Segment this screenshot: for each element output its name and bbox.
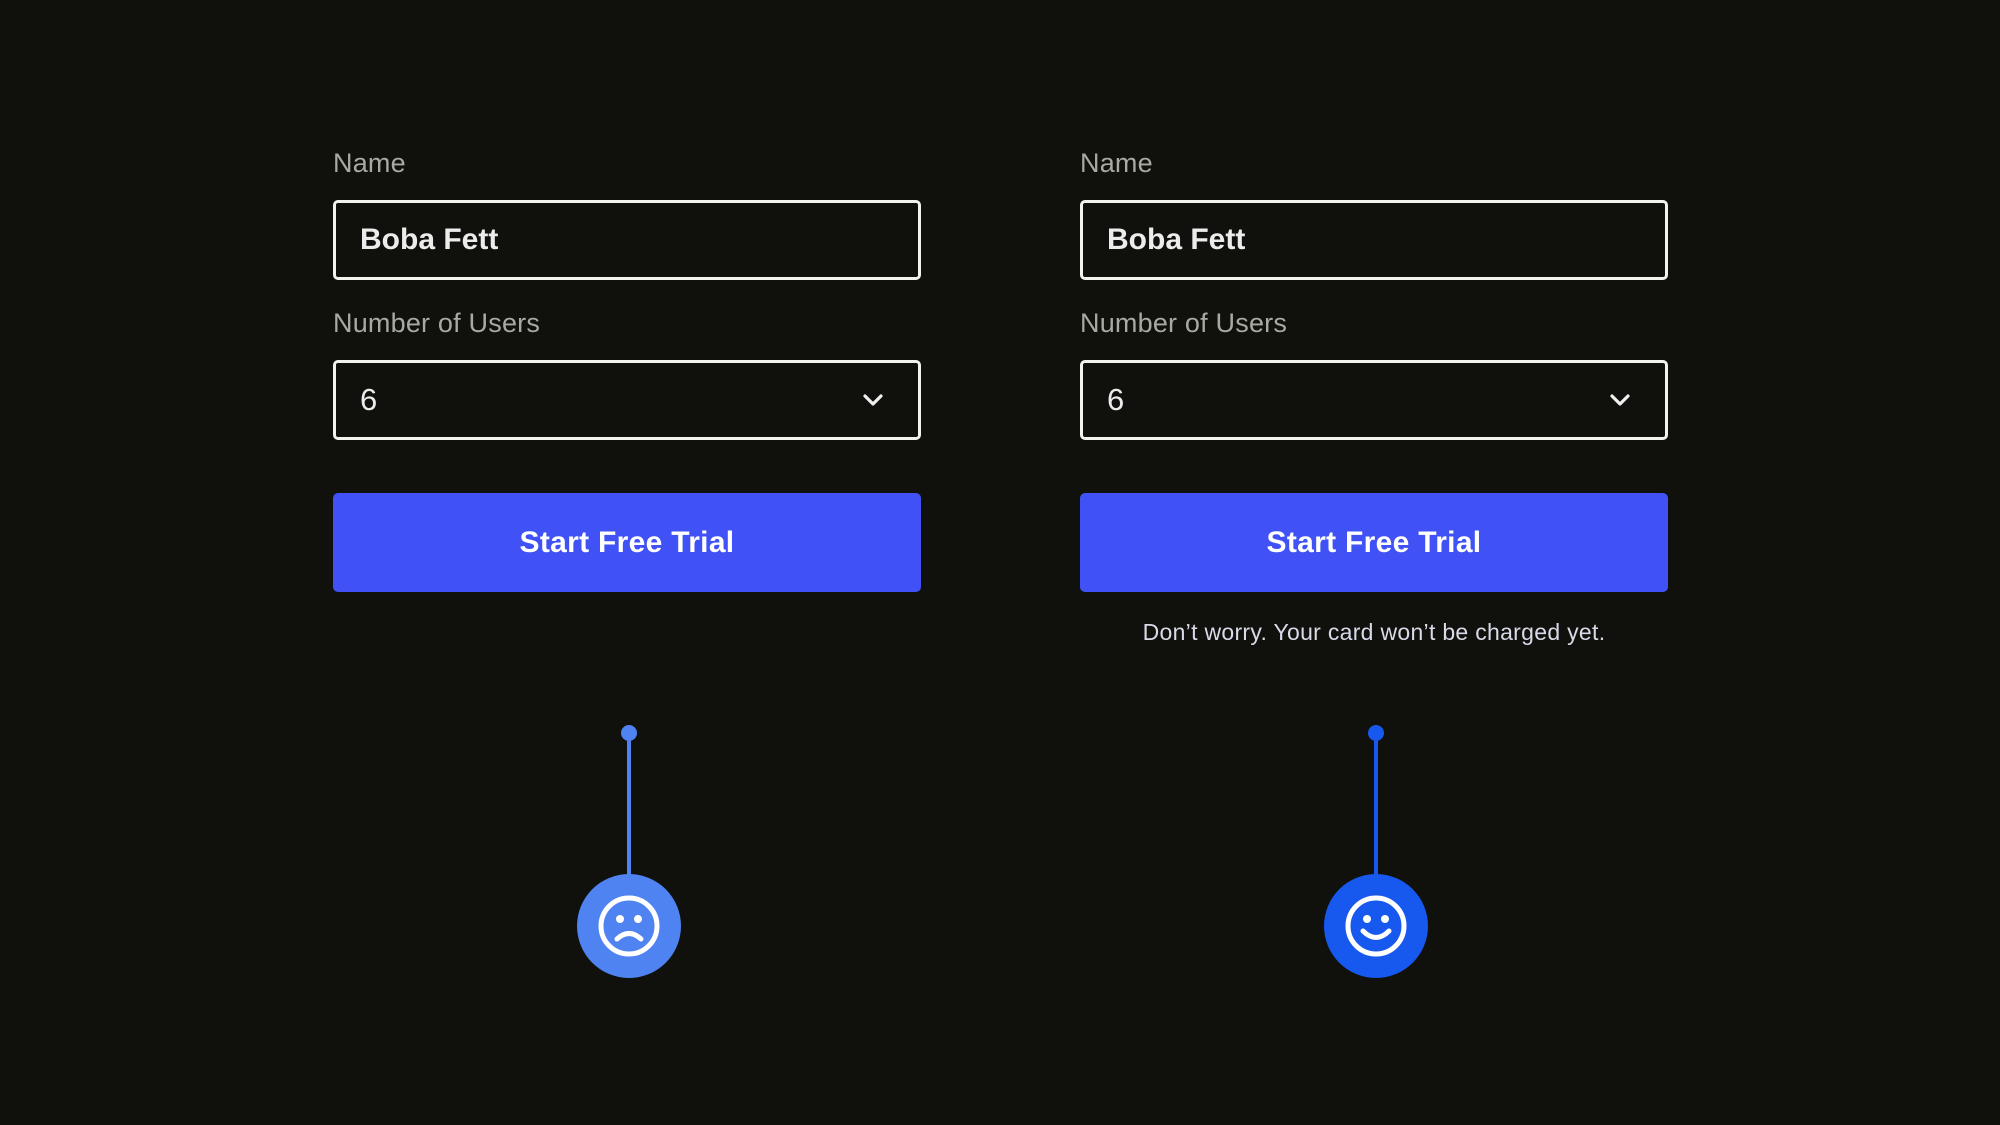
users-select[interactable]: 6 <box>1080 360 1668 440</box>
form-variant-b: Name Boba Fett Number of Users 6 Start F… <box>1080 0 1668 1125</box>
name-value: Boba Fett <box>1107 223 1246 256</box>
name-field[interactable]: Boba Fett <box>1080 200 1668 280</box>
name-label: Name <box>333 148 406 178</box>
start-free-trial-label: Start Free Trial <box>1266 525 1482 559</box>
users-value: 6 <box>360 382 378 417</box>
users-label: Number of Users <box>333 308 541 338</box>
happy-marker <box>1321 725 1431 985</box>
happy-face-icon <box>1324 874 1428 978</box>
name-value: Boba Fett <box>360 223 499 256</box>
start-free-trial-button[interactable]: Start Free Trial <box>333 493 921 592</box>
name-field[interactable]: Boba Fett <box>333 200 921 280</box>
users-value: 6 <box>1107 382 1125 417</box>
chevron-down-icon <box>863 394 883 406</box>
users-select[interactable]: 6 <box>333 360 921 440</box>
start-free-trial-button[interactable]: Start Free Trial <box>1080 493 1668 592</box>
users-label: Number of Users <box>1080 308 1288 338</box>
marker-line <box>1374 733 1378 883</box>
chevron-down-icon <box>1610 394 1630 406</box>
sad-marker <box>574 725 684 985</box>
name-label: Name <box>1080 148 1153 178</box>
marker-line <box>627 733 631 883</box>
reassurance-note: Don’t worry. Your card won’t be charged … <box>1142 619 1606 645</box>
sad-face-icon <box>577 874 681 978</box>
form-variant-a: Name Boba Fett Number of Users 6 Start F… <box>333 0 921 1125</box>
start-free-trial-label: Start Free Trial <box>519 525 735 559</box>
